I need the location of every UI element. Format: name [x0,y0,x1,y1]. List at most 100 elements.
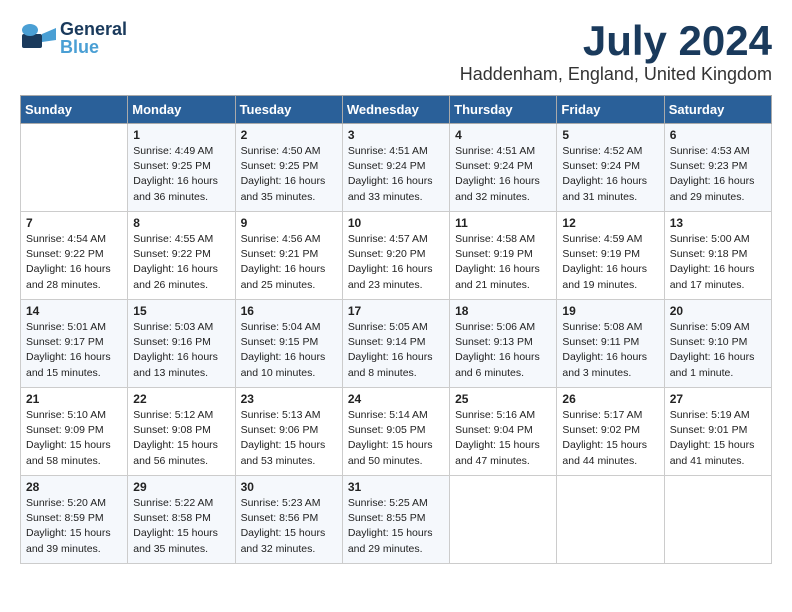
day-detail: Sunrise: 4:50 AM Sunset: 9:25 PM Dayligh… [241,144,337,205]
day-number: 1 [133,128,229,142]
col-header-monday: Monday [128,96,235,124]
day-number: 27 [670,392,766,406]
day-number: 12 [562,216,658,230]
day-cell: 22 Sunrise: 5:12 AM Sunset: 9:08 PM Dayli… [128,388,235,476]
day-number: 9 [241,216,337,230]
day-number: 21 [26,392,122,406]
day-detail: Sunrise: 5:04 AM Sunset: 9:15 PM Dayligh… [241,320,337,381]
day-cell [557,476,664,564]
day-cell: 28Sunrise: 5:20 AM Sunset: 8:59 PM Dayli… [21,476,128,564]
col-header-tuesday: Tuesday [235,96,342,124]
day-detail: Sunrise: 5:14 AM Sunset: 9:05 PM Dayligh… [348,408,444,469]
location: Haddenham, England, United Kingdom [460,64,772,85]
day-number: 18 [455,304,551,318]
day-cell: 21Sunrise: 5:10 AM Sunset: 9:09 PM Dayli… [21,388,128,476]
day-number: 4 [455,128,551,142]
day-detail: Sunrise: 5:06 AM Sunset: 9:13 PM Dayligh… [455,320,551,381]
col-header-friday: Friday [557,96,664,124]
day-cell: 20 Sunrise: 5:09 AM Sunset: 9:10 PM Dayli… [664,300,771,388]
day-number: 13 [670,216,766,230]
day-cell: 14Sunrise: 5:01 AM Sunset: 9:17 PM Dayli… [21,300,128,388]
day-cell: 25Sunrise: 5:16 AM Sunset: 9:04 PM Dayli… [450,388,557,476]
day-detail: Sunrise: 5:08 AM Sunset: 9:11 PM Dayligh… [562,320,658,381]
day-number: 25 [455,392,551,406]
day-cell: 19Sunrise: 5:08 AM Sunset: 9:11 PM Dayli… [557,300,664,388]
day-number: 16 [241,304,337,318]
day-detail: Sunrise: 5:05 AM Sunset: 9:14 PM Dayligh… [348,320,444,381]
day-detail: Sunrise: 5:03 AM Sunset: 9:16 PM Dayligh… [133,320,229,381]
day-cell: 12 Sunrise: 4:59 AM Sunset: 9:19 PM Dayli… [557,212,664,300]
day-detail: Sunrise: 4:59 AM Sunset: 9:19 PM Dayligh… [562,232,658,293]
day-number: 31 [348,480,444,494]
week-row-5: 28Sunrise: 5:20 AM Sunset: 8:59 PM Dayli… [21,476,772,564]
day-detail: Sunrise: 5:22 AM Sunset: 8:58 PM Dayligh… [133,496,229,557]
day-cell: 3Sunrise: 4:51 AM Sunset: 9:24 PM Daylig… [342,124,449,212]
day-cell [664,476,771,564]
day-detail: Sunrise: 5:00 AM Sunset: 9:18 PM Dayligh… [670,232,766,293]
week-row-2: 7 Sunrise: 4:54 AM Sunset: 9:22 PM Daylig… [21,212,772,300]
day-number: 17 [348,304,444,318]
day-detail: Sunrise: 4:53 AM Sunset: 9:23 PM Dayligh… [670,144,766,205]
day-cell: 9 Sunrise: 4:56 AM Sunset: 9:21 PM Daylig… [235,212,342,300]
calendar-table: SundayMondayTuesdayWednesdayThursdayFrid… [20,95,772,564]
page-container: General Blue July 2024 Haddenham, Englan… [0,0,792,574]
day-cell: 16 Sunrise: 5:04 AM Sunset: 9:15 PM Dayli… [235,300,342,388]
week-row-4: 21Sunrise: 5:10 AM Sunset: 9:09 PM Dayli… [21,388,772,476]
day-number: 11 [455,216,551,230]
header-row: SundayMondayTuesdayWednesdayThursdayFrid… [21,96,772,124]
day-number: 30 [241,480,337,494]
day-number: 23 [241,392,337,406]
day-cell: 31Sunrise: 5:25 AM Sunset: 8:55 PM Dayli… [342,476,449,564]
col-header-thursday: Thursday [450,96,557,124]
day-cell [21,124,128,212]
day-number: 10 [348,216,444,230]
day-cell: 13 Sunrise: 5:00 AM Sunset: 9:18 PM Dayli… [664,212,771,300]
day-cell: 6 Sunrise: 4:53 AM Sunset: 9:23 PM Daylig… [664,124,771,212]
day-number: 14 [26,304,122,318]
logo-text-blue: Blue [60,38,127,56]
day-cell: 30 Sunrise: 5:23 AM Sunset: 8:56 PM Dayli… [235,476,342,564]
week-row-1: 1 Sunrise: 4:49 AM Sunset: 9:25 PM Daylig… [21,124,772,212]
month-title: July 2024 [460,20,772,62]
day-detail: Sunrise: 5:09 AM Sunset: 9:10 PM Dayligh… [670,320,766,381]
day-cell: 2 Sunrise: 4:50 AM Sunset: 9:25 PM Daylig… [235,124,342,212]
day-detail: Sunrise: 4:52 AM Sunset: 9:24 PM Dayligh… [562,144,658,205]
day-number: 3 [348,128,444,142]
logo-text-general: General [60,20,127,38]
day-cell: 4 Sunrise: 4:51 AM Sunset: 9:24 PM Daylig… [450,124,557,212]
day-detail: Sunrise: 4:49 AM Sunset: 9:25 PM Dayligh… [133,144,229,205]
day-number: 2 [241,128,337,142]
logo-icon [20,20,56,56]
col-header-saturday: Saturday [664,96,771,124]
day-number: 22 [133,392,229,406]
day-number: 8 [133,216,229,230]
day-detail: Sunrise: 4:56 AM Sunset: 9:21 PM Dayligh… [241,232,337,293]
day-number: 5 [562,128,658,142]
col-header-sunday: Sunday [21,96,128,124]
day-cell: 5 Sunrise: 4:52 AM Sunset: 9:24 PM Daylig… [557,124,664,212]
day-detail: Sunrise: 4:51 AM Sunset: 9:24 PM Dayligh… [455,144,551,205]
day-cell: 18 Sunrise: 5:06 AM Sunset: 9:13 PM Dayli… [450,300,557,388]
logo: General Blue [20,20,127,56]
day-detail: Sunrise: 5:13 AM Sunset: 9:06 PM Dayligh… [241,408,337,469]
day-cell: 8 Sunrise: 4:55 AM Sunset: 9:22 PM Daylig… [128,212,235,300]
day-cell: 7 Sunrise: 4:54 AM Sunset: 9:22 PM Daylig… [21,212,128,300]
day-detail: Sunrise: 5:23 AM Sunset: 8:56 PM Dayligh… [241,496,337,557]
week-row-3: 14Sunrise: 5:01 AM Sunset: 9:17 PM Dayli… [21,300,772,388]
day-cell: 26Sunrise: 5:17 AM Sunset: 9:02 PM Dayli… [557,388,664,476]
day-cell: 23 Sunrise: 5:13 AM Sunset: 9:06 PM Dayli… [235,388,342,476]
day-cell: 24 Sunrise: 5:14 AM Sunset: 9:05 PM Dayli… [342,388,449,476]
day-detail: Sunrise: 4:55 AM Sunset: 9:22 PM Dayligh… [133,232,229,293]
header: General Blue July 2024 Haddenham, Englan… [20,20,772,85]
day-number: 24 [348,392,444,406]
day-number: 20 [670,304,766,318]
day-detail: Sunrise: 5:12 AM Sunset: 9:08 PM Dayligh… [133,408,229,469]
title-block: July 2024 Haddenham, England, United Kin… [460,20,772,85]
day-detail: Sunrise: 5:17 AM Sunset: 9:02 PM Dayligh… [562,408,658,469]
day-number: 28 [26,480,122,494]
day-number: 7 [26,216,122,230]
col-header-wednesday: Wednesday [342,96,449,124]
day-detail: Sunrise: 4:54 AM Sunset: 9:22 PM Dayligh… [26,232,122,293]
day-cell: 11Sunrise: 4:58 AM Sunset: 9:19 PM Dayli… [450,212,557,300]
day-number: 6 [670,128,766,142]
